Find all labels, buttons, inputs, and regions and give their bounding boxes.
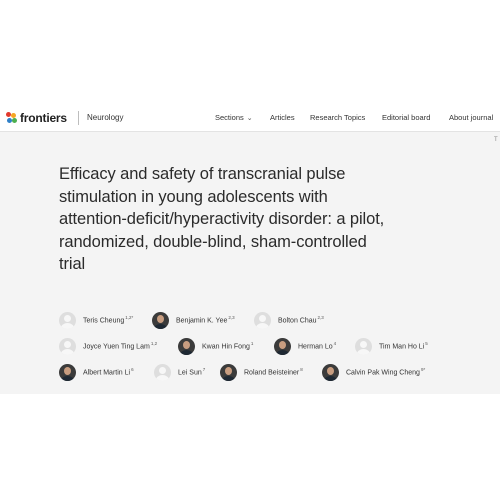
frontiers-logo[interactable]: frontiers: [6, 111, 67, 125]
author-item[interactable]: Albert Martin Li6: [59, 363, 134, 381]
journal-name-link[interactable]: Neurology: [87, 113, 123, 122]
author-name: Roland Beisteiner8: [244, 367, 303, 376]
author-name-text: Joyce Yuen Ting Lam: [83, 343, 150, 351]
author-name-text: Albert Martin Li: [83, 369, 131, 377]
article-page: frontiers Neurology Sections ⌄ Articles R…: [0, 104, 500, 394]
author-name-text: Bolton Chau: [278, 317, 317, 325]
author-item[interactable]: Teris Cheung1,2*: [59, 311, 133, 329]
title-line: randomized, double-blind, sham-controlle…: [59, 232, 367, 251]
author-affiliation: 4: [333, 341, 337, 347]
author-item[interactable]: Kwan Hin Fong1: [178, 337, 253, 355]
author-name: Kwan Hin Fong1: [202, 341, 253, 350]
title-line: stimulation in young adolescents with: [59, 187, 328, 206]
title-line: Efficacy and safety of transcranial puls…: [59, 165, 346, 183]
nav-editorial-board[interactable]: Editorial board: [382, 113, 430, 122]
author-item[interactable]: Roland Beisteiner8: [220, 363, 303, 381]
author-affiliation: 2,3: [228, 315, 235, 321]
author-item[interactable]: Calvin Pak Wing Cheng9*: [322, 363, 425, 381]
author-avatar: [152, 311, 169, 329]
title-line: attention-deficit/hyperactivity disorder…: [59, 210, 385, 228]
author-name: Lei Sun7: [178, 367, 205, 376]
author-affiliation: 9*: [420, 367, 426, 373]
author-name-text: Herman Lo: [298, 343, 333, 351]
author-name: Albert Martin Li6: [83, 367, 134, 376]
author-name-text: Kwan Hin Fong: [202, 343, 250, 351]
author-avatar: [59, 337, 76, 355]
nav-articles[interactable]: Articles: [270, 113, 295, 122]
author-affiliation: 8: [300, 367, 303, 373]
author-name-text: Roland Beisteiner: [244, 369, 300, 377]
logo-dot-green: [12, 118, 17, 123]
header-divider: [78, 111, 79, 125]
author-name-text: Calvin Pak Wing Cheng: [346, 369, 420, 377]
author-avatar: [274, 337, 291, 355]
author-avatar: [254, 311, 271, 329]
logo-text: frontiers: [20, 111, 67, 125]
article-title: Efficacy and safety of transcranial puls…: [59, 163, 459, 276]
author-name-text: Tim Man Ho Li: [379, 343, 425, 351]
nav-about-journal[interactable]: About journal: [449, 113, 493, 122]
author-name-text: Teris Cheung: [83, 317, 125, 325]
author-item[interactable]: Joyce Yuen Ting Lam1,2: [59, 337, 157, 355]
author-name: Bolton Chau2,3: [278, 315, 324, 324]
top-navbar: frontiers Neurology Sections ⌄ Articles R…: [0, 104, 500, 132]
author-avatar: [154, 363, 171, 381]
nav-sections[interactable]: Sections ⌄: [215, 113, 253, 122]
author-item[interactable]: Benjamin K. Yee2,3: [152, 311, 235, 329]
cropped-edge-text: T: [494, 137, 498, 143]
author-name-text: Lei Sun: [178, 369, 202, 377]
frontiers-logo-icon: [6, 112, 17, 124]
author-name: Benjamin K. Yee2,3: [176, 315, 235, 324]
author-item[interactable]: Bolton Chau2,3: [254, 311, 324, 329]
title-line: trial: [59, 255, 86, 273]
author-avatar: [220, 363, 237, 381]
author-name: Joyce Yuen Ting Lam1,2: [83, 341, 157, 350]
author-affiliation: 1,2*: [125, 315, 134, 321]
author-name-text: Benjamin K. Yee: [176, 317, 228, 325]
author-affiliation: 1: [250, 341, 254, 347]
author-item[interactable]: Herman Lo4: [274, 337, 336, 355]
author-avatar: [322, 363, 339, 381]
nav-research-topics[interactable]: Research Topics: [310, 113, 365, 122]
author-item[interactable]: Tim Man Ho Li5: [355, 337, 428, 355]
author-item[interactable]: Lei Sun7: [154, 363, 205, 381]
chevron-down-icon: ⌄: [246, 115, 253, 122]
author-affiliation: 1,2: [150, 341, 158, 347]
author-name: Herman Lo4: [298, 341, 336, 350]
author-affiliation: 5: [425, 341, 428, 347]
author-avatar: [355, 337, 372, 355]
author-affiliation: 7: [202, 367, 206, 373]
author-name: Teris Cheung1,2*: [83, 315, 133, 324]
author-avatar: [59, 311, 76, 329]
author-affiliation: 6: [131, 367, 134, 373]
author-name: Tim Man Ho Li5: [379, 341, 428, 350]
author-avatar: [59, 363, 76, 381]
author-avatar: [178, 337, 195, 355]
nav-sections-label: Sections: [215, 113, 244, 122]
author-name: Calvin Pak Wing Cheng9*: [346, 367, 425, 376]
author-affiliation: 2,3: [317, 315, 324, 321]
